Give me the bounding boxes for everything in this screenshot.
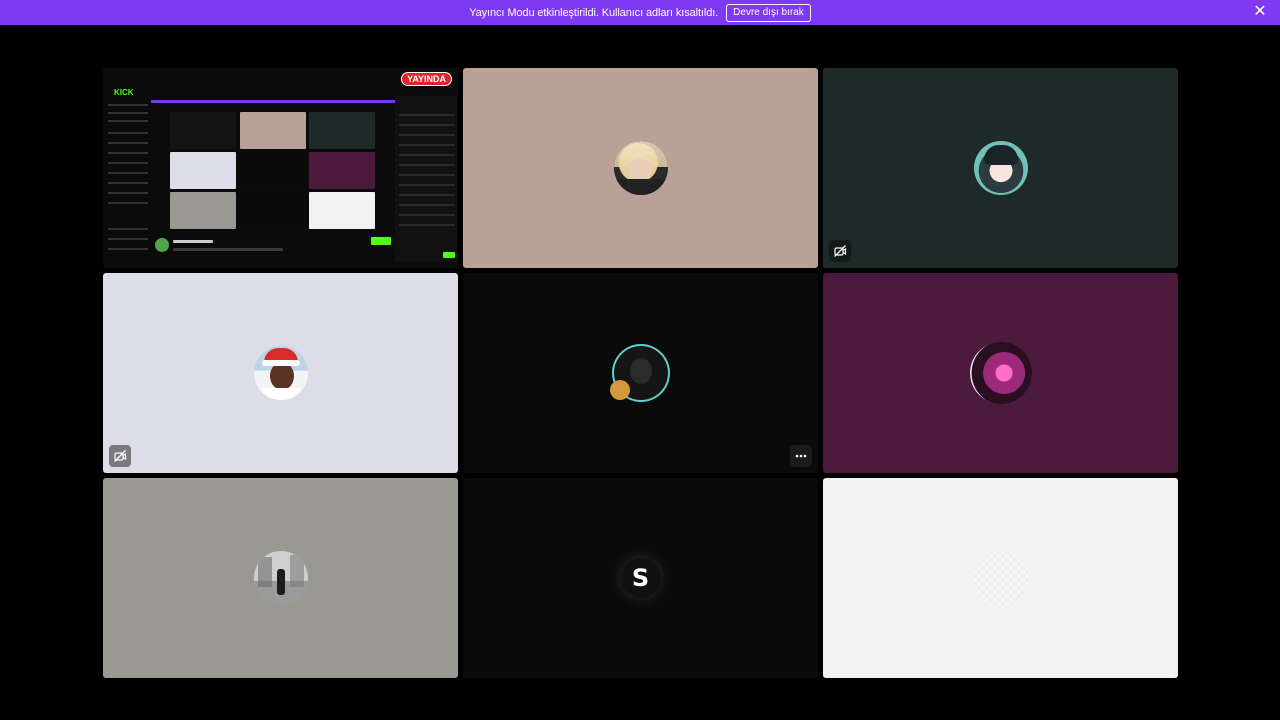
participant-tile[interactable] xyxy=(103,273,458,473)
shared-sidebar-line xyxy=(108,120,148,122)
shared-follow-button xyxy=(371,237,391,245)
participant-avatar xyxy=(969,342,1032,404)
video-grid: YAYINDA KICK S xyxy=(103,68,1178,678)
kick-logo: KICK xyxy=(114,88,134,97)
shared-chat-line xyxy=(399,144,455,146)
camera-off-icon[interactable] xyxy=(829,240,851,262)
disable-streamer-mode-button[interactable]: Devre dışı bırak xyxy=(726,3,811,22)
shared-mini-tile xyxy=(170,192,236,229)
shared-chat-panel xyxy=(395,96,457,262)
live-badge: YAYINDA xyxy=(401,72,452,86)
shared-chat-line xyxy=(399,224,455,226)
participant-tile[interactable]: S xyxy=(463,478,818,678)
shared-mini-tile xyxy=(309,192,375,229)
shared-chat-line xyxy=(399,184,455,186)
participant-avatar xyxy=(253,346,308,400)
shared-sidebar-line xyxy=(108,238,148,240)
shared-chat-line xyxy=(399,134,455,136)
shared-streamer-name xyxy=(173,240,213,243)
shared-chat-line xyxy=(399,194,455,196)
avatar-letter: S xyxy=(631,564,650,592)
shared-mini-tile xyxy=(309,112,375,149)
shared-stream-tags xyxy=(173,248,283,251)
participant-avatar: S xyxy=(620,558,661,598)
shared-chat-line xyxy=(399,214,455,216)
participant-tile[interactable] xyxy=(823,478,1178,678)
shared-chat-line xyxy=(399,174,455,176)
shared-chat-line xyxy=(399,114,455,116)
shared-mini-tile xyxy=(240,112,306,149)
shared-sidebar-line xyxy=(108,152,148,154)
participant-avatar xyxy=(253,551,308,605)
shared-mini-tile xyxy=(170,112,236,149)
participant-tile[interactable] xyxy=(823,68,1178,268)
shared-chat-line xyxy=(399,124,455,126)
shared-chat-send-button xyxy=(443,252,455,258)
participant-tile[interactable] xyxy=(823,273,1178,473)
shared-sidebar-line xyxy=(108,192,148,194)
banner-message: Yayıncı Modu etkinleştirildi. Kullanıcı … xyxy=(469,6,719,19)
shared-mini-tile xyxy=(240,192,306,229)
participant-avatar xyxy=(973,551,1028,605)
shared-sidebar-line xyxy=(108,162,148,164)
shared-mini-tile xyxy=(240,152,306,189)
more-icon[interactable] xyxy=(790,445,812,467)
shared-mini-tile xyxy=(309,152,375,189)
shared-streamer-avatar xyxy=(155,238,169,252)
shared-sidebar-line xyxy=(108,112,148,114)
shared-chat-line xyxy=(399,204,455,206)
streamer-mode-banner: Yayıncı Modu etkinleştirildi. Kullanıcı … xyxy=(0,0,1280,25)
participant-tile[interactable] xyxy=(463,68,818,268)
screen-share-tile[interactable]: YAYINDA KICK xyxy=(103,68,458,268)
participant-avatar xyxy=(609,346,668,400)
shared-sidebar-line xyxy=(108,248,148,250)
camera-off-icon[interactable] xyxy=(109,445,131,467)
shared-mini-tile xyxy=(170,152,236,189)
shared-sidebar-line xyxy=(108,132,148,134)
shared-chat-line xyxy=(399,154,455,156)
close-icon[interactable]: ✕ xyxy=(1252,4,1268,20)
shared-chat-line xyxy=(399,164,455,166)
shared-sidebar-line xyxy=(108,182,148,184)
shared-sidebar-line xyxy=(108,104,148,106)
participant-avatar xyxy=(973,141,1028,195)
shared-sidebar-line xyxy=(108,202,148,204)
shared-sidebar-line xyxy=(108,142,148,144)
participant-tile[interactable] xyxy=(463,273,818,473)
shared-sidebar-line xyxy=(108,172,148,174)
participant-avatar xyxy=(613,141,668,195)
shared-sidebar-line xyxy=(108,228,148,230)
shared-banner-strip xyxy=(151,100,397,103)
participant-tile[interactable] xyxy=(103,478,458,678)
